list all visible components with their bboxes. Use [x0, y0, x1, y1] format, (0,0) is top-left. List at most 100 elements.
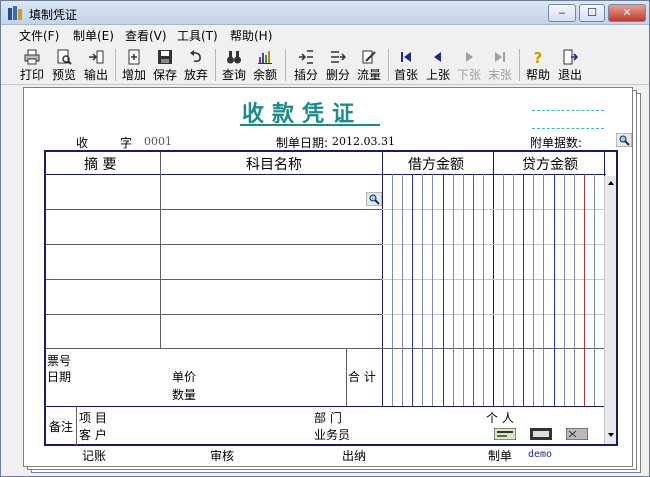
preview-icon	[57, 49, 72, 65]
maximize-button[interactable]: ☐	[579, 4, 605, 22]
amount-digit-line	[392, 174, 393, 406]
delete-row-button[interactable]: 删分	[323, 47, 353, 83]
header-divider	[46, 174, 606, 175]
voucher-entry-grid: 摘 要 科目名称 借方金额 贷方金额 票号 日期 单价 数量 合 计 备注 项 …	[44, 150, 618, 446]
discard-button[interactable]: 放弃	[181, 47, 211, 83]
amount-digit-line	[594, 174, 595, 406]
last-voucher-label: 末张	[487, 68, 512, 82]
menu-file[interactable]: 文件(F)	[19, 27, 59, 44]
floppy-disk-icon	[158, 50, 172, 64]
amount-digit-line	[402, 174, 403, 406]
date-field-label: 日期	[47, 370, 72, 384]
window-title: 填制凭证	[29, 8, 78, 22]
card-icon[interactable]	[494, 428, 516, 440]
id-card-icon[interactable]	[566, 428, 588, 440]
first-page-icon	[401, 52, 411, 62]
toolbar-separator	[285, 49, 286, 81]
amount-digit-line	[503, 174, 504, 406]
menu-voucher[interactable]: 制单(E)	[73, 27, 114, 44]
person-label: 个 人	[486, 411, 514, 425]
decoration-dash-line	[532, 110, 604, 111]
title-bar: 填制凭证 ‒ ☐ ✕	[1, 1, 649, 25]
minimize-button[interactable]: ‒	[548, 4, 576, 22]
amount-digit-line	[463, 174, 464, 406]
summary-account-divider	[160, 152, 161, 348]
voucher-date[interactable]: 2012.03.31	[332, 135, 395, 148]
svg-text:?: ?	[534, 49, 543, 65]
account-search-icon[interactable]	[366, 192, 382, 206]
prev-voucher-label: 上张	[425, 68, 450, 82]
amount-digit-line	[584, 174, 585, 406]
column-debit: 借方金额	[408, 157, 464, 173]
help-button[interactable]: ? 帮助	[523, 47, 553, 83]
export-label: 输出	[83, 68, 108, 82]
print-label: 打印	[19, 68, 44, 82]
amount-row-divider	[382, 279, 604, 280]
help-icon: ?	[534, 49, 543, 65]
printer-icon	[24, 49, 40, 65]
next-page-icon	[466, 52, 473, 62]
edit-document-icon	[362, 50, 376, 64]
toolbar-separator	[215, 49, 216, 81]
amount-digit-line	[453, 174, 454, 406]
attachments-label: 附单据数:	[530, 136, 583, 150]
save-button[interactable]: 保存	[150, 47, 180, 83]
close-button[interactable]: ✕	[608, 4, 646, 22]
amount-digit-line	[412, 174, 413, 406]
first-voucher-label: 首张	[393, 68, 418, 82]
department-label: 部 门	[314, 411, 342, 425]
prev-page-icon	[434, 52, 441, 62]
voucher-paper: 收款凭证 收 字 0001 制单日期: 2012.03.31 附单据数: 摘 要…	[23, 87, 633, 467]
preview-label: 预览	[51, 68, 76, 82]
discard-label: 放弃	[183, 68, 208, 82]
menu-view[interactable]: 查看(V)	[125, 27, 167, 44]
binoculars-icon	[227, 51, 241, 64]
prev-voucher-button[interactable]: 上张	[423, 47, 453, 83]
toolbar: 打印 预览 输出 增加 保存 放弃 查询 余额 插分 删分 流量 首张 上张 下…	[1, 45, 649, 85]
balance-label: 余额	[252, 68, 277, 82]
amount-digit-line	[473, 174, 474, 406]
row-divider	[46, 348, 604, 349]
balance-button[interactable]: 余额	[250, 47, 280, 83]
title-underline	[240, 124, 380, 126]
amount-digit-line	[422, 174, 423, 406]
next-voucher-label: 下张	[456, 68, 481, 82]
column-summary: 摘 要	[84, 157, 117, 173]
export-button[interactable]: 输出	[81, 47, 111, 83]
insert-row-button[interactable]: 插分	[291, 47, 321, 83]
bank-card-icon[interactable]	[530, 428, 552, 440]
amount-row-divider	[382, 209, 604, 210]
cash-flow-button[interactable]: 流量	[354, 47, 384, 83]
cashier-label: 出纳	[342, 449, 367, 463]
scroll-down-icon[interactable]	[606, 430, 616, 440]
add-button[interactable]: 增加	[119, 47, 149, 83]
last-voucher-button[interactable]: 末张	[485, 47, 515, 83]
first-voucher-button[interactable]: 首张	[391, 47, 421, 83]
menu-tools[interactable]: 工具(T)	[177, 27, 218, 44]
voucher-number[interactable]: 0001	[144, 135, 172, 148]
save-label: 保存	[152, 68, 177, 82]
exit-button[interactable]: 退出	[555, 47, 585, 83]
query-button[interactable]: 查询	[219, 47, 249, 83]
project-label: 项 目	[79, 411, 107, 425]
row-divider	[46, 209, 382, 210]
menu-help[interactable]: 帮助(H)	[230, 27, 272, 44]
amount-digit-line	[554, 174, 555, 406]
amount-digit-line	[432, 174, 433, 406]
bar-chart-icon	[258, 51, 272, 64]
search-icon[interactable]	[616, 133, 632, 147]
toolbar-separator	[519, 49, 520, 81]
ticket-no-label: 票号	[47, 354, 72, 368]
export-icon	[89, 50, 104, 64]
entry-scrollbar[interactable]	[604, 176, 616, 444]
next-voucher-button[interactable]: 下张	[454, 47, 484, 83]
preview-button[interactable]: 预览	[49, 47, 79, 83]
insert-row-icon	[299, 50, 313, 64]
maker-name: demo	[528, 449, 553, 460]
scroll-up-icon[interactable]	[606, 178, 616, 188]
last-page-icon	[495, 52, 505, 62]
print-button[interactable]: 打印	[17, 47, 47, 83]
unit-price-label: 单价	[172, 370, 197, 384]
help-label: 帮助	[525, 68, 550, 82]
add-document-icon	[128, 49, 140, 65]
